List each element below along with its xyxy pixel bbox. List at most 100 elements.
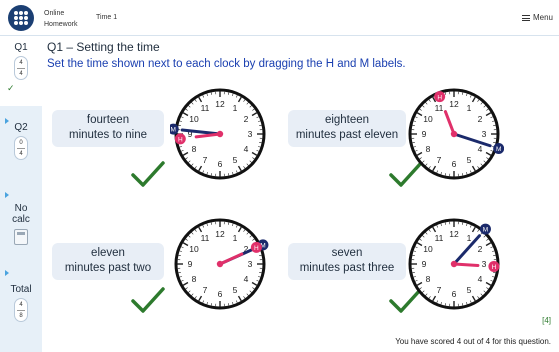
clock-number: 7 <box>437 155 442 165</box>
q2-score: 0 <box>19 140 23 146</box>
q2-score-pill: 0 4 <box>14 136 28 160</box>
time-label-1-line2: minutes to nine <box>69 129 147 141</box>
clock-number: 12 <box>215 229 225 239</box>
time-label-4-line2: minutes past three <box>299 262 395 274</box>
clock-number: 2 <box>244 114 249 124</box>
clock-number: 11 <box>201 103 210 113</box>
hour-handle-label: H <box>178 136 183 143</box>
clock-number: 11 <box>435 233 444 243</box>
time-label-1: fourteen minutes to nine <box>52 110 164 147</box>
clock-number: 5 <box>233 155 238 165</box>
clock-number: 11 <box>435 103 444 113</box>
clock-4[interactable]: 1234567891011 12 MH <box>404 214 504 314</box>
clock-number: 8 <box>426 274 431 284</box>
time-label-3: eleven minutes past two <box>52 243 164 280</box>
minute-handle-label: M <box>483 227 488 234</box>
clock-number: 6 <box>452 159 457 169</box>
sidebar-item-calc: No calc <box>0 203 42 273</box>
time-label-4-line1: seven <box>331 247 363 259</box>
time-label-3-line1: eleven <box>91 247 125 259</box>
clock-number: 10 <box>423 244 433 254</box>
question-sidebar: Q1 4 4 ✓ Q2 0 4 No calc Total 4 8 <box>0 36 42 352</box>
marks-awarded: [4] <box>542 316 551 325</box>
clock-number: 8 <box>192 144 197 154</box>
q2-total: 4 <box>19 151 23 157</box>
q1-complete-icon: ✓ <box>7 83 15 93</box>
total-score: 4 <box>19 302 23 308</box>
time-label-1-line1: fourteen <box>86 114 130 126</box>
clock-number: 9 <box>422 259 427 269</box>
brand-name: Online Homework <box>44 8 77 30</box>
question-title: Q1 – Setting the time <box>47 40 160 54</box>
clock-number: 1 <box>467 103 472 113</box>
clock-number: 11 <box>201 233 210 243</box>
question-instruction: Set the time shown next to each clock by… <box>47 58 406 70</box>
clock-number: 4 <box>478 144 483 154</box>
clock-number: 6 <box>218 289 223 299</box>
time-label-2: eighteen minutes past eleven <box>288 110 406 147</box>
q1-score-pill: 4 4 <box>14 56 28 80</box>
clock-number: 2 <box>478 114 483 124</box>
apps-grid-icon[interactable] <box>8 5 34 31</box>
clock-1[interactable]: 1234567891011 12MH <box>170 84 270 184</box>
clock-number: 1 <box>467 233 472 243</box>
hamburger-icon <box>521 14 530 21</box>
clock-number: 8 <box>192 274 197 284</box>
clock-number: 10 <box>189 244 199 254</box>
clock-center <box>216 260 224 268</box>
clock-number: 6 <box>452 289 457 299</box>
sidebar-item-q2[interactable]: Q2 0 4 <box>0 122 42 182</box>
clock-2[interactable]: 1234567891011 12MH <box>404 84 504 184</box>
total-score-pill: 4 8 <box>14 298 28 322</box>
clock-number: 7 <box>203 285 208 295</box>
hour-hand[interactable] <box>452 262 480 267</box>
clock-number: 9 <box>188 259 193 269</box>
sidebar-q2-label: Q2 <box>14 122 28 133</box>
clock-number: 1 <box>233 103 238 113</box>
clock-number: 10 <box>189 114 199 124</box>
clock-number: 5 <box>233 285 238 295</box>
minute-handle-label: M <box>171 127 176 134</box>
menu-label: Menu <box>532 13 553 22</box>
clock-number: 7 <box>437 285 442 295</box>
clock-number: 1 <box>233 233 238 243</box>
hour-handle-label: H <box>254 245 259 252</box>
clock-number: 5 <box>467 155 472 165</box>
clock-center <box>450 130 458 138</box>
clock-3[interactable]: 1234567891011 12MH <box>170 214 270 314</box>
clock-number: 10 <box>423 114 433 124</box>
correct-check-icon <box>131 287 165 313</box>
clock-number: 4 <box>244 274 249 284</box>
calc-line2: calc <box>12 214 30 225</box>
clock-number: 12 <box>449 99 459 109</box>
q1-score: 4 <box>19 60 23 66</box>
time-label-4: seven minutes past three <box>288 243 406 280</box>
clock-number: 6 <box>218 159 223 169</box>
minute-handle-label: M <box>496 146 501 153</box>
calculator-icon <box>14 229 28 245</box>
clock-number: 2 <box>478 244 483 254</box>
sidebar-item-q1[interactable]: Q1 4 4 <box>0 36 42 106</box>
sidebar-item-total: Total 4 8 <box>0 284 42 344</box>
clock-number: 3 <box>248 129 253 139</box>
clock-number: 3 <box>482 259 487 269</box>
collapse-arrow-icon <box>5 192 9 198</box>
clock-number: 12 <box>449 229 459 239</box>
clock-number: 5 <box>467 285 472 295</box>
correct-check-icon <box>131 161 165 187</box>
total-max: 8 <box>19 313 23 319</box>
clock-number: 4 <box>478 274 483 284</box>
timer-label: Time 1 <box>96 14 118 21</box>
time-label-3-line2: minutes past two <box>64 262 152 274</box>
menu-button[interactable]: Menu <box>521 13 553 22</box>
clock-number: 3 <box>248 259 253 269</box>
clock-center <box>450 260 458 268</box>
total-label: Total <box>10 284 32 295</box>
clock-number: 8 <box>426 144 431 154</box>
clock-number: 7 <box>203 155 208 165</box>
hour-handle-label: H <box>437 94 442 101</box>
time-label-2-line2: minutes past eleven <box>295 129 399 141</box>
clock-center <box>216 130 224 138</box>
sidebar-q1-label: Q1 <box>14 42 28 53</box>
score-message: You have scored 4 out of 4 for this ques… <box>395 337 551 346</box>
